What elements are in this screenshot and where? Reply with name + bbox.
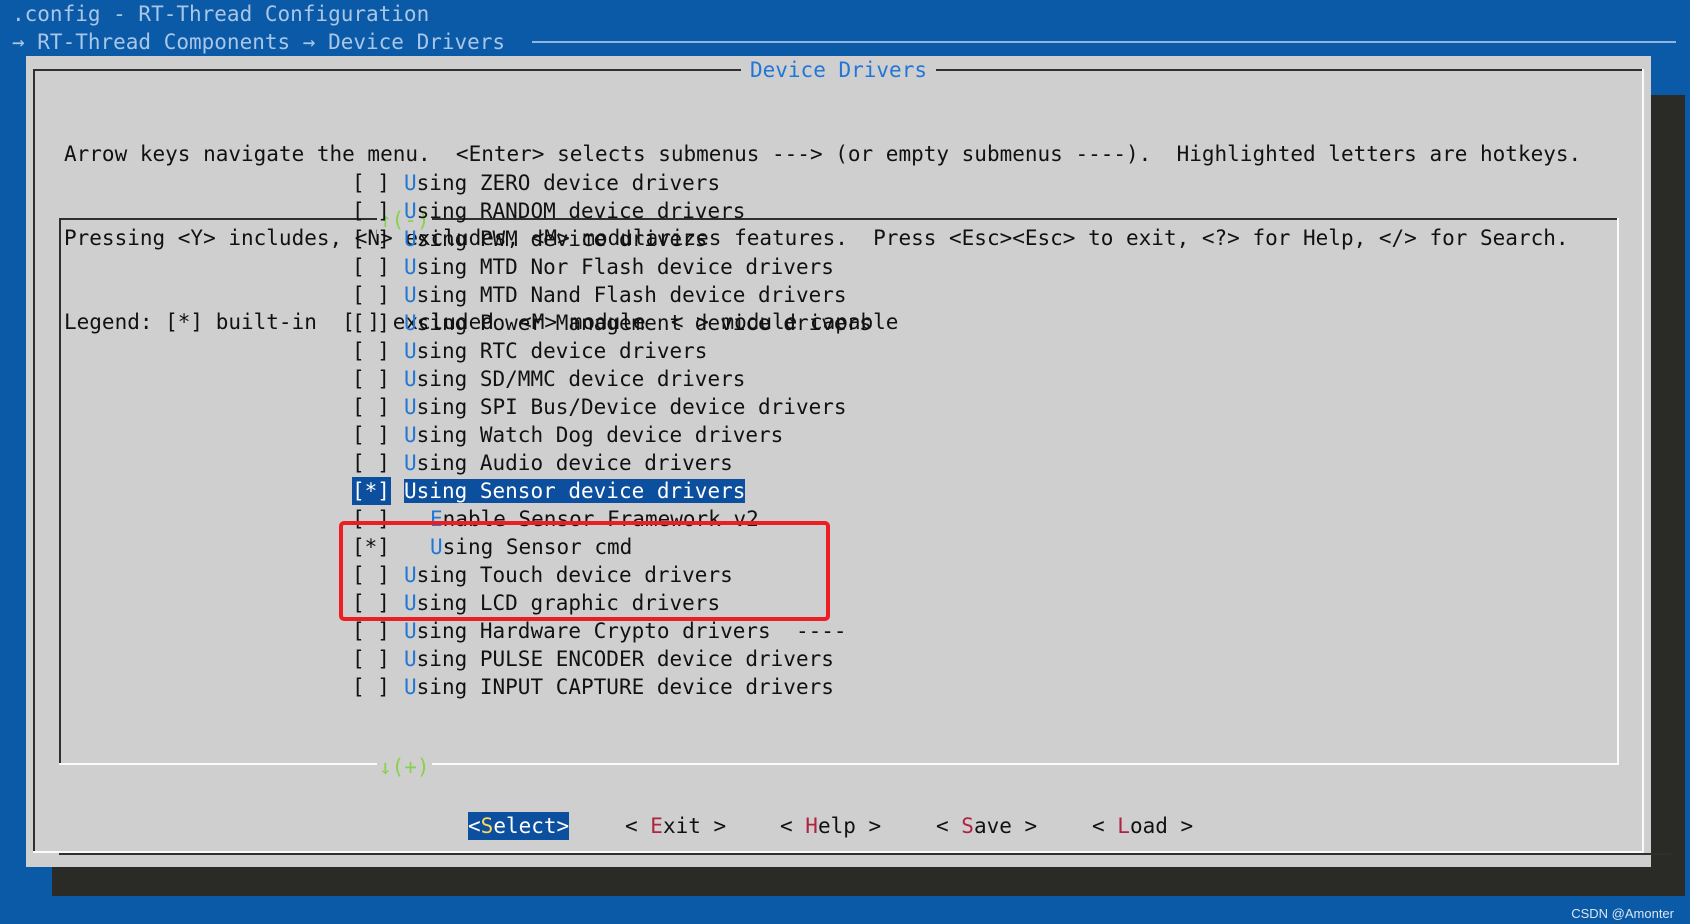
dialog-title: Device Drivers (740, 58, 936, 82)
hotkey-letter: U (404, 339, 417, 363)
hotkey-letter: U (404, 395, 417, 419)
menu-item-pwm[interactable]: [ ] Using PWM device drivers (352, 225, 872, 253)
hotkey-letter: S (961, 814, 974, 838)
checkbox[interactable]: [ ] (352, 169, 391, 197)
menu-item-label: sing SD/MMC device drivers (416, 367, 746, 391)
hotkey-letter: E (650, 814, 663, 838)
hotkey-letter: U (404, 227, 417, 251)
hotkey-letter: U (404, 283, 417, 307)
menu-list: [ ] Using ZERO device drivers [ ] Using RA… (352, 169, 872, 701)
menu-item-random[interactable]: [ ] Using RANDOM device drivers (352, 197, 872, 225)
breadcrumb-rule (532, 41, 1676, 43)
menu-item-label: sing Sensor device drivers (416, 479, 746, 503)
checkbox[interactable]: [ ] (352, 337, 391, 365)
annotation-highlight-box (339, 521, 830, 621)
hotkey-letter: U (404, 451, 417, 475)
checkbox[interactable]: [ ] (352, 281, 391, 309)
checkbox[interactable]: [ ] (352, 253, 391, 281)
help-button[interactable]: < Help > (780, 812, 881, 840)
menu-item-zero[interactable]: [ ] Using ZERO device drivers (352, 169, 872, 197)
hotkey-letter: U (404, 171, 417, 195)
menu-item-mtd-nor[interactable]: [ ] Using MTD Nor Flash device drivers (352, 253, 872, 281)
checkbox[interactable]: [ ] (352, 197, 391, 225)
menu-item-label: sing Audio device drivers (416, 451, 733, 475)
menu-item-label: sing MTD Nor Flash device drivers (416, 255, 834, 279)
watermark: CSDN @Amonter (1571, 906, 1674, 921)
dialog-title-wrap: Device Drivers (26, 56, 1651, 84)
checkbox[interactable]: [ ] (352, 225, 391, 253)
help-line: Arrow keys navigate the menu. <Enter> se… (64, 142, 1582, 166)
menu-item-label: sing Power Management device drivers (416, 311, 872, 335)
scroll-down-indicator[interactable]: ↓(+) (377, 753, 432, 781)
checkbox[interactable]: [ ] (352, 617, 391, 645)
checkbox[interactable]: [ ] (352, 421, 391, 449)
hotkey-letter: U (404, 675, 417, 699)
load-button[interactable]: < Load > (1092, 812, 1193, 840)
exit-button[interactable]: < Exit > (625, 812, 726, 840)
menu-item-rtc[interactable]: [ ] Using RTC device drivers (352, 337, 872, 365)
hotkey-letter: U (404, 647, 417, 671)
hotkey-letter: U (404, 199, 417, 223)
checkbox[interactable]: [ ] (352, 365, 391, 393)
menu-item-spi[interactable]: [ ] Using SPI Bus/Device device drivers (352, 393, 872, 421)
checkbox[interactable]: [ ] (352, 645, 391, 673)
hotkey-letter: U (404, 255, 417, 279)
menu-item-label: sing RTC device drivers (416, 339, 708, 363)
menu-item-label: sing Watch Dog device drivers (416, 423, 784, 447)
hotkey-letter: H (805, 814, 818, 838)
hotkey-letter: U (404, 367, 417, 391)
menu-item-label: sing ZERO device drivers (416, 171, 721, 195)
menu-item-label: sing INPUT CAPTURE device drivers (416, 675, 834, 699)
hotkey-letter: L (1117, 814, 1130, 838)
hotkey-letter: U (404, 479, 417, 503)
menu-item-label: sing PULSE ENCODER device drivers (416, 647, 834, 671)
menu-item-pulse-encoder[interactable]: [ ] Using PULSE ENCODER device drivers (352, 645, 872, 673)
breadcrumb: → RT-Thread Components → Device Drivers (12, 30, 506, 54)
menu-item-input-capture[interactable]: [ ] Using INPUT CAPTURE device drivers (352, 673, 872, 701)
checkbox[interactable]: [ ] (352, 393, 391, 421)
hotkey-letter: U (404, 619, 417, 643)
checkbox[interactable]: [ ] (352, 449, 391, 477)
menu-item-watchdog[interactable]: [ ] Using Watch Dog device drivers (352, 421, 872, 449)
menu-item-sensor[interactable]: [*] Using Sensor device drivers (352, 477, 872, 505)
menu-item-power-management[interactable]: [ ] Using Power Management device drivers (352, 309, 872, 337)
hotkey-letter: S (480, 814, 494, 838)
menu-item-hw-crypto[interactable]: [ ] Using Hardware Crypto drivers ---- (352, 617, 872, 645)
menu-item-label: sing Hardware Crypto drivers ---- (416, 619, 847, 643)
save-button[interactable]: < Save > (936, 812, 1037, 840)
menu-item-sd-mmc[interactable]: [ ] Using SD/MMC device drivers (352, 365, 872, 393)
menu-item-audio[interactable]: [ ] Using Audio device drivers (352, 449, 872, 477)
menu-item-mtd-nand[interactable]: [ ] Using MTD Nand Flash device drivers (352, 281, 872, 309)
menu-item-label: sing PWM device drivers (416, 227, 708, 251)
checkbox[interactable]: [ ] (352, 673, 391, 701)
menu-item-label: sing MTD Nand Flash device drivers (416, 283, 847, 307)
menu-item-label: sing RANDOM device drivers (416, 199, 746, 223)
button-separator (59, 853, 1671, 855)
checkbox[interactable]: [*] (352, 477, 391, 505)
hotkey-letter: U (404, 423, 417, 447)
button-bar: <Select> < Exit > < Help > < Save > < Lo… (0, 812, 1690, 840)
select-button[interactable]: <Select> (468, 812, 570, 840)
window-title: .config - RT-Thread Configuration (12, 2, 430, 26)
checkbox[interactable]: [ ] (352, 309, 391, 337)
menu-item-label: sing SPI Bus/Device device drivers (416, 395, 847, 419)
hotkey-letter: U (404, 311, 417, 335)
